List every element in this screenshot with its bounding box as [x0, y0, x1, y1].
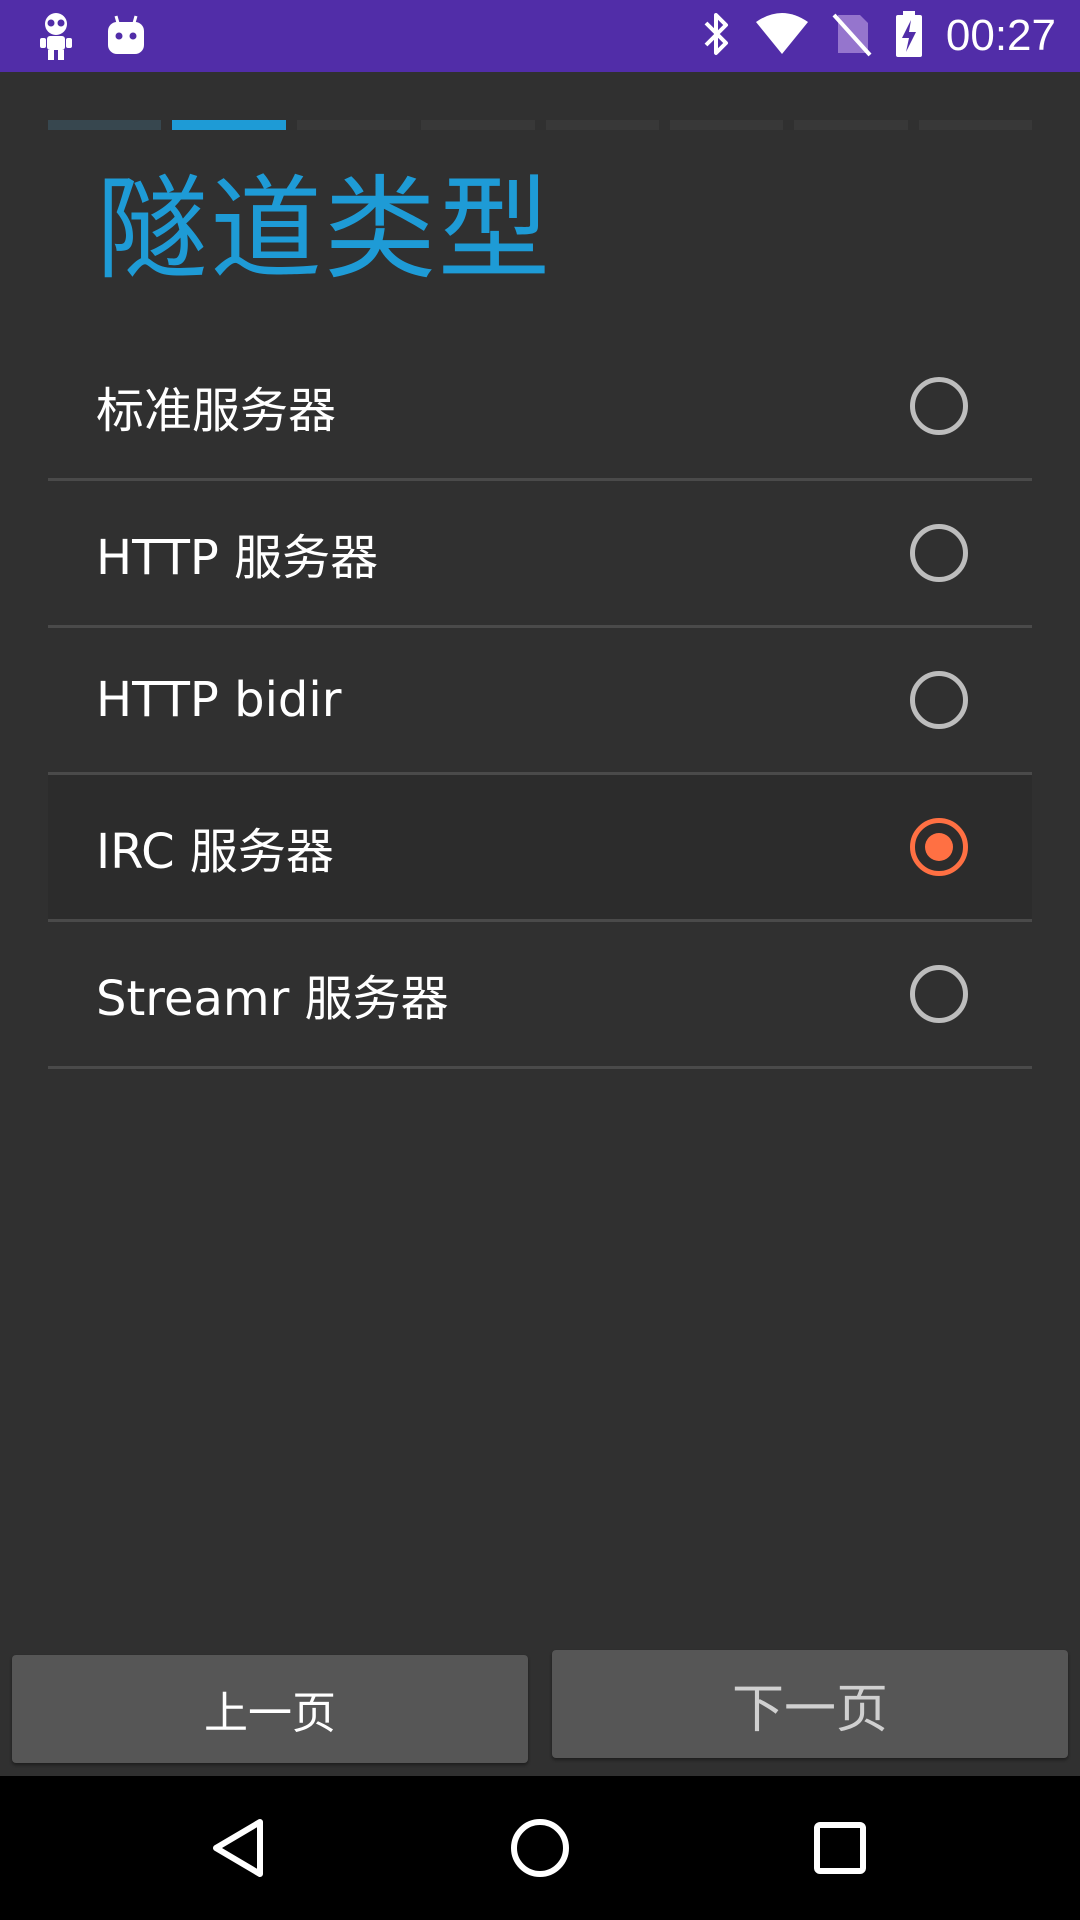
- wifi-icon: [754, 12, 810, 60]
- battery-charging-icon: [894, 10, 924, 62]
- step-indicator: [794, 120, 908, 130]
- home-icon[interactable]: [495, 1803, 585, 1893]
- radio-button-selected[interactable]: [910, 818, 968, 876]
- step-indicator: [296, 120, 411, 130]
- step-indicator: [48, 120, 162, 130]
- step-indicator: [421, 120, 535, 130]
- android-app-icon: [100, 10, 152, 62]
- radio-button[interactable]: [910, 377, 968, 435]
- robot-app-icon: [30, 10, 82, 62]
- next-page-button[interactable]: 下一页: [552, 1650, 1068, 1758]
- step-indicator: [669, 120, 784, 130]
- option-standard-server[interactable]: 标准服务器: [48, 334, 1032, 481]
- option-label: HTTP 服务器: [96, 530, 379, 586]
- option-irc-server[interactable]: IRC 服务器: [48, 775, 1032, 922]
- option-http-bidir[interactable]: HTTP bidir: [48, 628, 1032, 775]
- step-indicator-current: [172, 120, 286, 130]
- option-label: HTTP bidir: [96, 672, 342, 728]
- option-label: 标准服务器: [96, 383, 337, 439]
- radio-button[interactable]: [910, 671, 968, 729]
- step-indicator: [918, 120, 1032, 130]
- no-sim-icon: [832, 11, 872, 61]
- page-title: 隧道类型: [96, 165, 552, 295]
- status-icons: 00:27: [702, 0, 1056, 72]
- previous-page-button[interactable]: 上一页: [12, 1655, 528, 1763]
- step-indicator: [545, 120, 659, 130]
- navigation-bar: [0, 1776, 1080, 1920]
- option-http-server[interactable]: HTTP 服务器: [48, 481, 1032, 628]
- option-label: Streamr 服务器: [96, 971, 449, 1027]
- radio-button[interactable]: [910, 524, 968, 582]
- status-bar: 00:27: [0, 0, 1080, 72]
- option-streamr-server[interactable]: Streamr 服务器: [48, 922, 1032, 1069]
- tunnel-type-list: 标准服务器 HTTP 服务器 HTTP bidir IRC 服务器 Stream…: [48, 334, 1032, 1069]
- back-icon[interactable]: [195, 1803, 285, 1893]
- status-time: 00:27: [945, 11, 1056, 60]
- bluetooth-icon: [702, 11, 732, 61]
- radio-dot: [925, 833, 953, 861]
- recents-icon[interactable]: [795, 1803, 885, 1893]
- option-label: IRC 服务器: [96, 824, 334, 880]
- radio-button[interactable]: [910, 965, 968, 1023]
- step-progress: [48, 120, 1032, 130]
